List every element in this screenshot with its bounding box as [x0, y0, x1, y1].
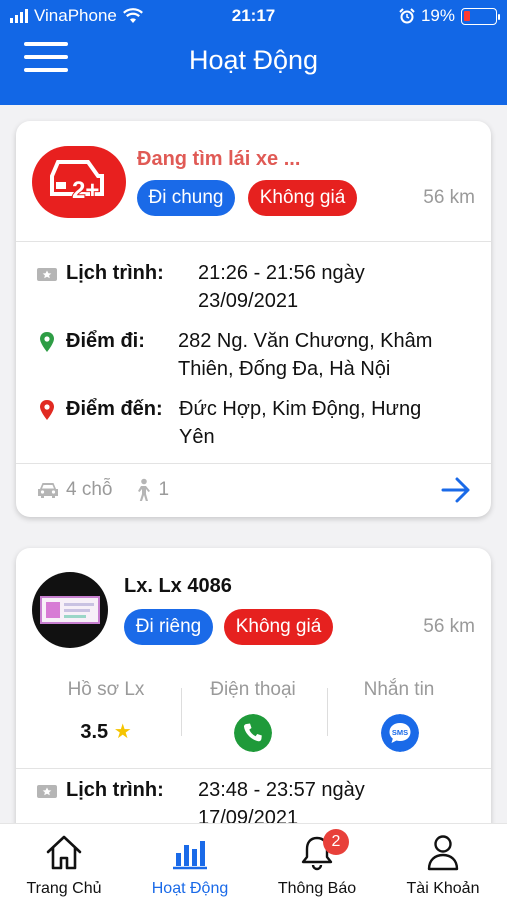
trip-status: Đang tìm lái xe ...	[137, 148, 301, 170]
alarm-icon	[399, 8, 415, 24]
star-icon: ★	[113, 721, 132, 743]
status-bar: VinaPhone 21:17 19%	[0, 6, 507, 28]
divider	[327, 688, 328, 736]
user-icon	[427, 835, 459, 871]
seat-count: 4 chỗ	[66, 479, 113, 500]
driver-card[interactable]: Lx. Lx 4086 Đi riêng Không giá 56 km Hồ …	[16, 548, 491, 848]
divider	[16, 463, 491, 464]
page-title: Hoạt Động	[188, 45, 319, 75]
pickup-value-line1: 282 Ng. Văn Chương, Khâm	[178, 330, 433, 352]
car-2plus-icon: 2+	[32, 146, 126, 218]
sms-icon-label: SMS	[392, 728, 408, 737]
pin-red-icon	[40, 400, 54, 420]
driver-profile-label[interactable]: Hồ sơ Lx	[36, 679, 176, 701]
battery-percent: 19%	[420, 6, 455, 25]
tag-no-price: Không giá	[248, 180, 357, 216]
schedule-label: Lịch trình:	[66, 262, 164, 284]
trip-card[interactable]: 2+ Đang tìm lái xe ... Đi chung Không gi…	[16, 121, 491, 517]
dropoff-value-line1: Đức Hợp, Kim Động, Hưng	[179, 398, 422, 420]
phone-label[interactable]: Điện thoại	[183, 679, 323, 701]
app-header: VinaPhone 21:17 19% Hoạt Động	[0, 0, 507, 105]
schedule-row: Lịch trình: 21:26 - 21:56 ngày 23/09/202…	[36, 259, 476, 315]
divider	[16, 768, 491, 769]
tab-home[interactable]: Trang Chủ	[1, 824, 127, 900]
bar-chart-icon	[173, 841, 207, 870]
driver-rating: 3.5 ★	[16, 719, 196, 744]
passenger-icon	[138, 478, 151, 501]
pickup-label: Điểm đi:	[66, 330, 145, 352]
home-icon	[46, 835, 82, 870]
pin-green-icon	[40, 332, 54, 352]
ticket-icon	[37, 268, 57, 281]
message-label[interactable]: Nhắn tin	[329, 679, 469, 701]
trip-distance: 56 km	[423, 187, 475, 208]
bottom-tab-bar: Trang Chủ Hoạt Động 2 Thông Báo Tài Khoả…	[0, 823, 507, 900]
trip-distance: 56 km	[423, 616, 475, 637]
schedule-value-line1: 21:26 - 21:56 ngày	[198, 262, 365, 284]
dropoff-value-line2: Yên	[179, 426, 215, 448]
tab-account-label: Tài Khoản	[406, 880, 480, 897]
tab-activity-label: Hoạt Động	[151, 880, 229, 897]
tab-activity[interactable]: Hoạt Động	[127, 824, 253, 900]
phone-icon[interactable]	[234, 714, 272, 752]
driver-name: Lx. Lx 4086	[124, 575, 232, 597]
tag-private-ride: Đi riêng	[124, 609, 213, 645]
tab-notifications-label: Thông Báo	[277, 880, 357, 897]
ticket-icon	[37, 785, 57, 798]
dropoff-label: Điểm đến:	[66, 398, 163, 420]
sms-icon[interactable]: SMS	[381, 714, 419, 752]
svg-text:2+: 2+	[72, 177, 99, 204]
car-icon	[38, 483, 58, 498]
pickup-row: Điểm đi: 282 Ng. Văn Chương, Khâm Thiên,…	[36, 327, 476, 383]
driver-avatar	[32, 572, 108, 648]
tag-shared-ride: Đi chung	[137, 180, 235, 216]
pickup-value-line2: Thiên, Đống Đa, Hà Nội	[178, 358, 391, 380]
rating-value: 3.5	[80, 721, 109, 743]
dropoff-row: Điểm đến: Đức Hợp, Kim Động, Hưng Yên	[36, 395, 476, 451]
divider	[16, 241, 491, 242]
arrow-right-icon[interactable]	[441, 477, 471, 503]
schedule-value-line1: 23:48 - 23:57 ngày	[198, 779, 365, 801]
trip-footer: 4 chỗ 1	[36, 478, 169, 502]
tab-notifications[interactable]: 2 Thông Báo	[254, 824, 380, 900]
schedule-label: Lịch trình:	[66, 779, 164, 801]
schedule-value-line2: 23/09/2021	[198, 290, 299, 312]
tab-home-label: Trang Chủ	[26, 880, 102, 897]
tag-no-price: Không giá	[224, 609, 333, 645]
battery-icon	[461, 7, 500, 25]
passenger-count: 1	[158, 479, 170, 500]
tab-account[interactable]: Tài Khoản	[380, 824, 506, 900]
notification-badge: 2	[323, 829, 349, 855]
